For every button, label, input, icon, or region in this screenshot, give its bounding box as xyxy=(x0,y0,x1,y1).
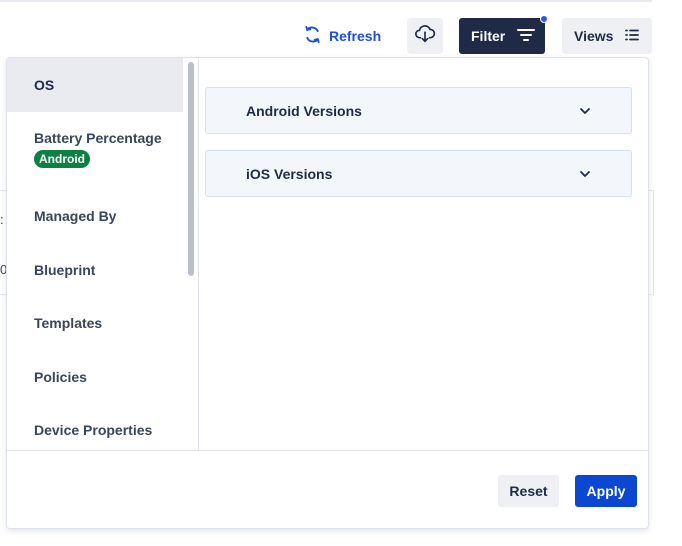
filter-category-list: OS Battery Percentage Android Managed By… xyxy=(7,58,199,450)
cloud-download-icon xyxy=(414,23,436,50)
filter-category-label: OS xyxy=(34,77,55,93)
filter-category-policies[interactable]: Policies xyxy=(7,369,183,385)
accordion-label: iOS Versions xyxy=(246,165,333,182)
chevron-down-icon xyxy=(580,171,590,177)
ios-versions-accordion[interactable]: iOS Versions xyxy=(205,150,632,197)
filter-category-blueprint[interactable]: Blueprint xyxy=(7,262,183,278)
android-versions-accordion[interactable]: Android Versions xyxy=(205,87,632,134)
filter-button[interactable]: Filter xyxy=(459,15,548,54)
views-label: Views xyxy=(574,28,614,44)
category-list-scrollbar[interactable] xyxy=(188,62,194,276)
filter-category-os[interactable]: OS xyxy=(7,58,183,112)
filter-category-managed-by[interactable]: Managed By xyxy=(7,208,183,224)
filter-label: Filter xyxy=(471,28,506,44)
refresh-button[interactable]: Refresh xyxy=(303,18,381,54)
filter-category-device-properties[interactable]: Device Properties xyxy=(7,422,183,438)
accordion-label: Android Versions xyxy=(246,102,362,119)
filter-panel-footer: Reset Apply xyxy=(7,450,648,528)
filter-category-templates[interactable]: Templates xyxy=(7,315,183,331)
views-button[interactable]: Views xyxy=(562,18,652,54)
filter-category-label: Policies xyxy=(34,369,87,385)
chevron-down-icon xyxy=(580,108,590,114)
filter-category-label: Templates xyxy=(34,315,103,331)
filter-category-battery-percentage[interactable]: Battery Percentage Android xyxy=(7,130,183,168)
background-text-fragment: : xyxy=(0,212,4,227)
refresh-label: Refresh xyxy=(329,28,382,44)
android-badge: Android xyxy=(34,150,90,168)
filter-panel: OS Battery Percentage Android Managed By… xyxy=(6,57,649,529)
refresh-icon xyxy=(303,25,322,47)
apply-button[interactable]: Apply xyxy=(575,475,637,507)
filter-category-label: Device Properties xyxy=(34,422,153,438)
filter-category-label: Managed By xyxy=(34,208,117,224)
filter-options-area: Android Versions iOS Versions xyxy=(200,58,648,450)
list-icon xyxy=(625,28,640,44)
page-top-border xyxy=(0,0,652,2)
filter-category-label: Blueprint xyxy=(34,262,96,278)
filter-lines-icon xyxy=(517,28,536,45)
filter-category-label: Battery Percentage xyxy=(34,130,162,146)
background-divider xyxy=(653,190,654,296)
toolbar: Refresh Filter Views xyxy=(0,15,682,54)
download-button[interactable] xyxy=(407,18,443,54)
filter-active-indicator xyxy=(540,15,548,23)
reset-button[interactable]: Reset xyxy=(498,475,559,507)
